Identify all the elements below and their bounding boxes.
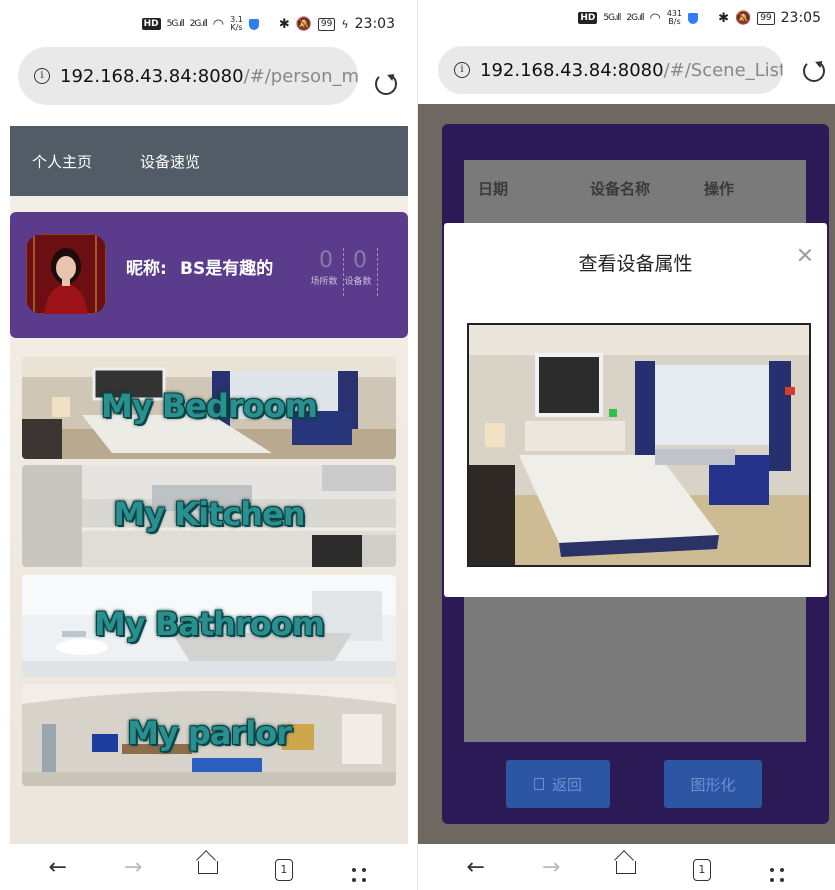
more-menu-icon[interactable] (344, 853, 374, 882)
browser-bottom-nav: ← → 1 (418, 844, 835, 890)
url-host: 192.168.43.84:8080 (60, 65, 244, 87)
room-card-bedroom[interactable]: My Bedroom (22, 357, 396, 459)
mute-icon: 🔕 (735, 10, 752, 26)
mute-icon: 🔕 (295, 16, 312, 32)
avatar (26, 234, 106, 314)
device-scene-image (467, 323, 811, 567)
url-path: /#/Scene_List/ (663, 59, 783, 81)
address-bar[interactable]: i 192.168.43.84:8080/#/person_mol (18, 47, 358, 105)
column-header-date: 日期 (478, 180, 509, 198)
back-arrow-icon[interactable]: ← (43, 855, 73, 880)
bluetooth-icon: ✱ (278, 16, 290, 32)
more-menu-icon[interactable] (762, 853, 792, 882)
net-speed: 431 B/s (666, 9, 683, 26)
signal-icon-2: 2G.ıll (626, 13, 644, 23)
tabs-icon[interactable]: 1 (687, 854, 717, 881)
shield-icon (248, 18, 259, 30)
charging-icon: ϟ (341, 17, 349, 31)
room-card-kitchen[interactable]: My Kitchen (22, 465, 396, 567)
room-label: My Bedroom (101, 387, 318, 425)
home-icon[interactable] (193, 855, 223, 880)
stat-divider (377, 248, 378, 296)
hd-badge: HD (578, 12, 598, 24)
url-path: /#/person_mol (243, 65, 358, 87)
room-label: My Bathroom (94, 605, 325, 643)
info-icon[interactable]: i (454, 62, 470, 78)
nickname-value: BS是有趣的 (180, 259, 274, 279)
tabs-icon[interactable]: 1 (269, 854, 299, 881)
address-bar[interactable]: i 192.168.43.84:8080/#/Scene_List/ (438, 46, 783, 94)
places-count: 0 (319, 248, 333, 273)
reload-icon[interactable] (375, 73, 397, 95)
back-arrow-icon[interactable]: ← (461, 855, 491, 880)
nickname-label: 昵称: (126, 259, 167, 279)
info-icon[interactable]: i (34, 68, 50, 84)
back-button-label: 返回 (551, 775, 582, 794)
signal-icon: 5G.ıll (166, 19, 185, 29)
room-card-parlor[interactable]: My parlor (22, 684, 396, 786)
wifi-icon: ◠ (649, 10, 661, 26)
top-navbar: 个人主页 设备速览 (10, 126, 408, 196)
net-speed: 3.1 K/s (230, 15, 243, 32)
document-icon (533, 778, 544, 790)
forward-arrow-icon[interactable]: → (118, 855, 148, 880)
url-host: 192.168.43.84:8080 (480, 59, 664, 81)
clock: 23:03 (354, 16, 395, 32)
hd-badge: HD (141, 18, 161, 30)
status-bar: HD 5G.ıll 2G.ıll ◠ 3.1 K/s ✱ 🔕 99 ϟ 23:03 (0, 0, 417, 44)
back-button[interactable]: 返回 (506, 760, 610, 808)
devices-count: 0 (353, 248, 367, 273)
right-screen: HD 5G.ıll 2G.ıll ◠ 431 B/s ✱ 🔕 99 23:05 i… (418, 0, 835, 890)
nav-link-home[interactable]: 个人主页 (32, 151, 92, 172)
battery-icon: 99 (757, 11, 775, 25)
column-header-device-name: 设备名称 (590, 180, 651, 198)
reload-icon[interactable] (803, 60, 825, 82)
close-icon[interactable] (797, 247, 813, 263)
device-properties-dialog: 查看设备属性 (444, 223, 827, 597)
column-header-action: 操作 (704, 180, 735, 198)
signal-icon-2: 2G.ıll (189, 19, 208, 29)
graph-button-label: 图形化 (690, 775, 736, 794)
battery-icon: 99 (317, 17, 336, 31)
home-icon[interactable] (611, 855, 641, 880)
left-screen: HD 5G.ıll 2G.ıll ◠ 3.1 K/s ✱ 🔕 99 ϟ 23:03… (0, 0, 417, 890)
devices-stat: 0 设备数 (342, 248, 378, 287)
browser-bottom-nav: ← → 1 (0, 844, 417, 890)
nav-link-overview[interactable]: 设备速览 (140, 151, 200, 172)
status-bar: HD 5G.ıll 2G.ıll ◠ 431 B/s ✱ 🔕 99 23:05 (418, 0, 835, 44)
wifi-icon: ◠ (212, 16, 225, 32)
dialog-title: 查看设备属性 (578, 253, 693, 275)
room-card-bathroom[interactable]: My Bathroom (22, 575, 396, 677)
forward-arrow-icon[interactable]: → (536, 855, 566, 880)
shield-icon (688, 12, 699, 24)
room-label: My parlor (127, 714, 292, 752)
room-label: My Kitchen (113, 495, 305, 533)
devices-label: 设备数 (344, 277, 372, 287)
graph-button[interactable]: 图形化 (664, 760, 762, 808)
signal-icon: 5G.ıll (603, 13, 621, 23)
bluetooth-icon: ✱ (718, 10, 729, 26)
clock: 23:05 (780, 10, 821, 26)
profile-card: 昵称: BS是有趣的 0 场所数 0 设备数 (10, 212, 408, 338)
